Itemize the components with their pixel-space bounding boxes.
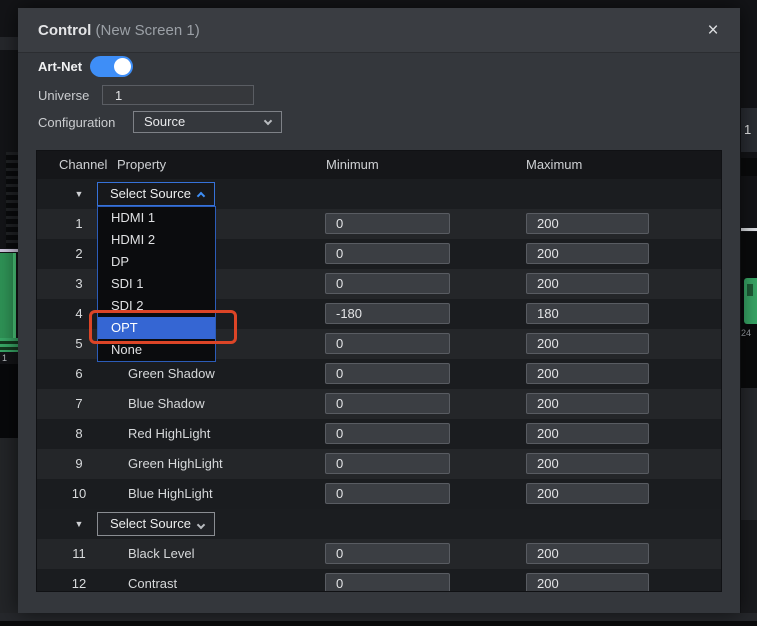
channel-cell: 11 — [51, 539, 107, 569]
channel-cell: 12 — [51, 569, 107, 592]
dialog-title: Control (New Screen 1) — [38, 8, 200, 53]
bg-left-panel — [0, 438, 18, 618]
app-window: 1 1 24 Control (New Screen 1) × Art-Net … — [0, 0, 757, 626]
max-input[interactable] — [526, 543, 649, 564]
min-input[interactable] — [325, 363, 450, 384]
min-input[interactable] — [325, 573, 450, 592]
property-cell: Black Level — [128, 539, 194, 569]
bg-right-screen-block — [744, 278, 757, 324]
bg-right-dark-block — [741, 158, 757, 176]
bg-left-connector — [6, 152, 18, 248]
header-maximum: Maximum — [526, 151, 582, 179]
menu-item-sdi1[interactable]: SDI 1 — [98, 273, 215, 295]
max-input[interactable] — [526, 303, 649, 324]
select-source-label: Select Source — [110, 516, 191, 531]
property-cell: Green Shadow — [128, 359, 215, 389]
menu-item-hdmi2[interactable]: HDMI 2 — [98, 229, 215, 251]
min-input[interactable] — [325, 423, 450, 444]
close-icon[interactable]: × — [700, 18, 726, 44]
bg-right-screen-glyph — [747, 284, 753, 296]
table-row: 10 Blue HighLight — [37, 479, 721, 509]
max-input[interactable] — [526, 243, 649, 264]
select-source-button-closed[interactable]: Select Source — [97, 512, 215, 536]
min-input[interactable] — [325, 453, 450, 474]
annotation-highlight-box — [89, 310, 237, 344]
table-row: 6 Green Shadow — [37, 359, 721, 389]
channel-cell: 9 — [51, 449, 107, 479]
min-input[interactable] — [325, 483, 450, 504]
universe-input[interactable] — [102, 85, 254, 105]
bg-right-panel-mid — [741, 388, 757, 520]
chevron-up-icon — [197, 192, 205, 200]
min-input[interactable] — [325, 243, 450, 264]
min-input[interactable] — [325, 303, 450, 324]
menu-item-dp[interactable]: DP — [98, 251, 215, 273]
channel-table: Channel Property Minimum Maximum ▼ Selec… — [36, 150, 722, 592]
max-input[interactable] — [526, 213, 649, 234]
bg-bottom-edge — [0, 621, 757, 626]
menu-item-hdmi1[interactable]: HDMI 1 — [98, 207, 215, 229]
max-input[interactable] — [526, 423, 649, 444]
header-channel: Channel — [59, 151, 107, 179]
chevron-down-icon — [197, 521, 205, 529]
max-input[interactable] — [526, 333, 649, 354]
table-row: 11 Black Level — [37, 539, 721, 569]
bg-left-toolbar — [0, 37, 18, 50]
table-row: 9 Green HighLight — [37, 449, 721, 479]
header-property: Property — [117, 151, 166, 179]
configuration-select[interactable]: Source — [133, 111, 282, 133]
table-row: 12 Contrast — [37, 569, 721, 592]
bg-left-screen-block — [0, 253, 16, 338]
bg-right-cable — [741, 228, 757, 231]
bg-left-screen-stripes — [0, 338, 18, 352]
min-input[interactable] — [325, 273, 450, 294]
max-input[interactable] — [526, 273, 649, 294]
channel-cell: 6 — [51, 359, 107, 389]
property-cell: Blue Shadow — [128, 389, 205, 419]
chevron-down-icon — [264, 117, 272, 125]
select-source-button-open[interactable]: Select Source — [97, 182, 215, 206]
channel-cell: 7 — [51, 389, 107, 419]
table-row: 7 Blue Shadow — [37, 389, 721, 419]
channel-cell: 10 — [51, 479, 107, 509]
group2-expander-row: ▼ Select Source — [37, 509, 721, 539]
bg-right-label: 24 — [741, 327, 757, 339]
table-header: Channel Property Minimum Maximum — [37, 151, 721, 179]
bg-right-panel-bottom — [741, 520, 757, 613]
configuration-value: Source — [144, 114, 185, 129]
dialog-title-screen: (New Screen 1) — [96, 22, 200, 39]
universe-label: Universe — [38, 86, 89, 106]
artnet-label: Art-Net — [38, 57, 82, 77]
dialog-title-main: Control — [38, 22, 91, 39]
min-input[interactable] — [325, 543, 450, 564]
dialog-titlebar: Control (New Screen 1) × — [18, 8, 740, 53]
max-input[interactable] — [526, 393, 649, 414]
bg-left-label: 1 — [2, 352, 18, 364]
property-cell: Contrast — [128, 569, 177, 592]
select-source-label: Select Source — [110, 186, 191, 201]
bg-bottom-bar — [0, 613, 757, 621]
max-input[interactable] — [526, 483, 649, 504]
header-minimum: Minimum — [326, 151, 379, 179]
configuration-label: Configuration — [38, 113, 115, 133]
property-cell: Blue HighLight — [128, 479, 213, 509]
bg-right-panel-top: 1 — [741, 108, 757, 152]
max-input[interactable] — [526, 573, 649, 592]
min-input[interactable] — [325, 393, 450, 414]
max-input[interactable] — [526, 363, 649, 384]
artnet-toggle[interactable] — [90, 56, 133, 77]
control-dialog: Control (New Screen 1) × Art-Net Univers… — [18, 8, 740, 613]
channel-cell: 8 — [51, 419, 107, 449]
bg-left-dark-area — [0, 364, 18, 438]
table-row: 8 Red HighLight — [37, 419, 721, 449]
property-cell: Red HighLight — [128, 419, 210, 449]
max-input[interactable] — [526, 453, 649, 474]
min-input[interactable] — [325, 333, 450, 354]
group1-expander-row: ▼ Select Source — [37, 179, 721, 209]
min-input[interactable] — [325, 213, 450, 234]
artnet-toggle-knob — [114, 58, 131, 75]
bg-left-cable — [0, 249, 18, 252]
property-cell: Green HighLight — [128, 449, 223, 479]
